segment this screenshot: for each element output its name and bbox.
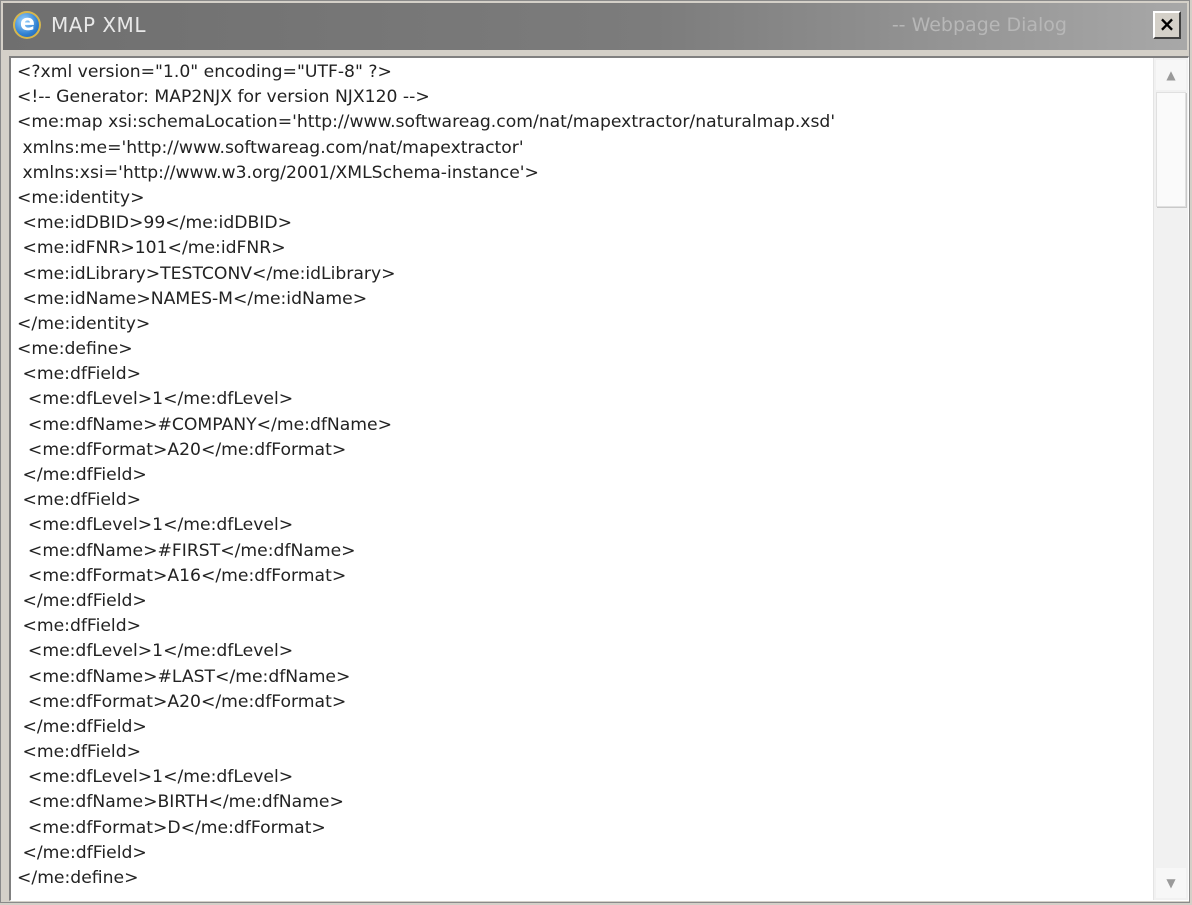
scroll-down-button[interactable]: ▼ — [1156, 868, 1186, 898]
xml-line: <me:dfFormat>A20</me:dfFormat> — [17, 439, 347, 460]
xml-line: <me:idDBID>99</me:idDBID> — [17, 213, 292, 234]
xml-line: <me:dfLevel>1</me:dfLevel> — [17, 515, 294, 536]
window-title-suffix: -- Webpage Dialog — [891, 14, 1067, 36]
xml-line: <me:dfFormat>D</me:dfFormat> — [17, 817, 326, 838]
xml-line: <me:idFNR>101</me:idFNR> — [17, 238, 286, 259]
xml-line: <!-- Generator: MAP2NJX for version NJX1… — [17, 87, 430, 108]
xml-line: </me:dfField> — [17, 590, 147, 611]
xml-line: <me:dfName>#FIRST</me:dfName> — [17, 540, 356, 561]
xml-line: </me:dfField> — [17, 716, 147, 737]
xml-line: <me:identity> — [17, 187, 145, 208]
xml-line: <me:dfField> — [17, 742, 142, 763]
triangle-up-icon: ▲ — [1166, 68, 1176, 82]
title-bar[interactable]: MAP XML -- Webpage Dialog × — [3, 3, 1187, 50]
scroll-up-button[interactable]: ▲ — [1156, 60, 1186, 90]
vertical-scrollbar[interactable]: ▲ ▼ — [1153, 58, 1188, 900]
xml-line: <me:idName>NAMES-M</me:idName> — [17, 288, 368, 309]
xml-line: <me:dfLevel>1</me:dfLevel> — [17, 641, 294, 662]
xml-line: xmlns:me='http://www.softwareag.com/nat/… — [17, 137, 524, 158]
window-title: MAP XML — [51, 13, 146, 37]
internet-explorer-icon — [13, 11, 41, 39]
xml-line: <me:dfName>#COMPANY</me:dfName> — [17, 414, 393, 435]
xml-line: <me:dfLevel>1</me:dfLevel> — [17, 767, 294, 788]
xml-line: <me:idLibrary>TESTCONV</me:idLibrary> — [17, 263, 396, 284]
xml-line: <?xml version="1.0" encoding="UTF-8" ?> — [17, 62, 392, 82]
xml-line: <me:dfFormat>A16</me:dfFormat> — [17, 565, 347, 586]
xml-line: xmlns:xsi='http://www.w3.org/2001/XMLSch… — [17, 162, 539, 183]
xml-line: </me:define> — [17, 868, 139, 888]
xml-line: <me:dfField> — [17, 616, 142, 637]
close-button[interactable]: × — [1153, 11, 1181, 39]
webpage-dialog: MAP XML -- Webpage Dialog × <?xml versio… — [0, 0, 1190, 903]
xml-line: <me:dfFormat>A20</me:dfFormat> — [17, 691, 347, 712]
xml-line: </me:dfField> — [17, 465, 147, 485]
xml-content-area[interactable]: <?xml version="1.0" encoding="UTF-8" ?> <… — [9, 56, 1189, 901]
xml-line: <me:map xsi:schemaLocation='http://www.s… — [17, 112, 836, 133]
scroll-thumb[interactable] — [1156, 92, 1186, 207]
xml-line: </me:dfField> — [17, 842, 147, 863]
xml-line: <me:dfField> — [17, 364, 142, 385]
xml-line: <me:dfName>#LAST</me:dfName> — [17, 666, 351, 687]
xml-line: <me:dfField> — [17, 490, 142, 511]
xml-line: </me:identity> — [17, 313, 151, 334]
triangle-down-icon: ▼ — [1166, 876, 1176, 890]
xml-text: <?xml version="1.0" encoding="UTF-8" ?> <… — [17, 60, 1148, 891]
xml-line: <me:dfLevel>1</me:dfLevel> — [17, 389, 294, 410]
close-icon: × — [1158, 12, 1176, 36]
xml-line: <me:dfName>BIRTH</me:dfName> — [17, 792, 344, 813]
xml-line: <me:define> — [17, 339, 133, 360]
